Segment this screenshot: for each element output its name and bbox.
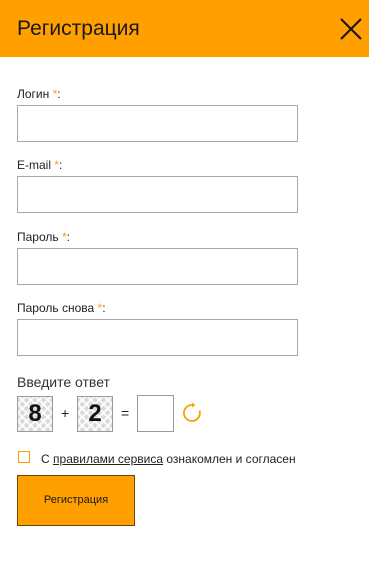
login-label: Логин *: (17, 87, 61, 101)
captcha-answer-input[interactable] (137, 395, 174, 432)
captcha-operator: + (61, 405, 70, 421)
captcha-equals: = (121, 405, 130, 421)
captcha-label: Введите ответ (17, 374, 110, 390)
refresh-icon[interactable] (181, 402, 203, 424)
close-icon[interactable] (339, 17, 363, 41)
captcha-operand-b: 2 (77, 396, 113, 432)
dialog-title: Регистрация (17, 17, 140, 40)
dialog-header: Регистрация (0, 0, 369, 57)
password-input[interactable] (17, 248, 298, 285)
login-input[interactable] (17, 105, 298, 142)
register-button[interactable]: Регистрация (17, 475, 135, 526)
agreement-text: С правилами сервиса ознакомлен и согласе… (41, 452, 296, 466)
password-repeat-input[interactable] (17, 319, 298, 356)
email-label: E-mail *: (17, 158, 63, 172)
agreement-checkbox[interactable] (18, 451, 30, 463)
rules-link[interactable]: правилами сервиса (53, 452, 163, 466)
password-label: Пароль *: (17, 230, 70, 244)
email-input[interactable] (17, 176, 298, 213)
captcha-operand-a: 8 (17, 396, 53, 432)
password-repeat-label: Пароль снова *: (17, 301, 106, 315)
